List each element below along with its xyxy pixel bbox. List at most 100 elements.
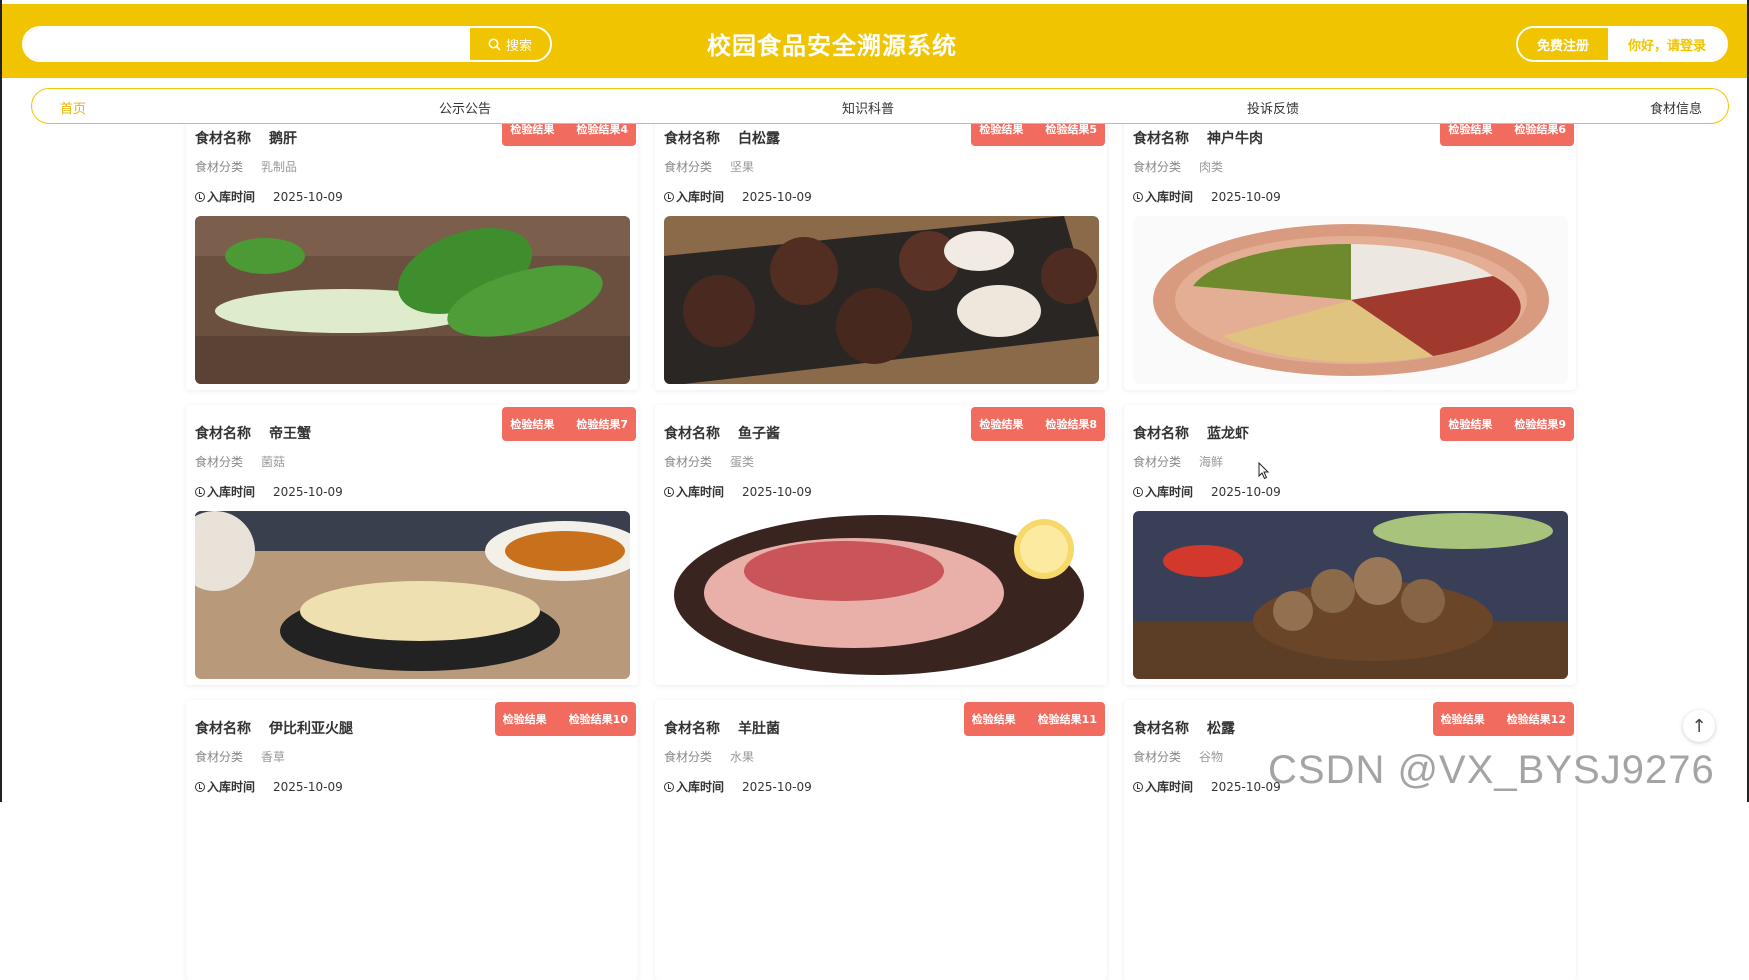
ingredient-category-label: 食材分类: [195, 750, 244, 764]
nav-item-home[interactable]: 首页: [60, 98, 86, 117]
ingredient-category: 肉类: [1199, 160, 1224, 174]
register-button[interactable]: 免费注册: [1518, 28, 1608, 60]
search-button-label: 搜索: [505, 38, 532, 54]
ingredient-category-label: 食材分类: [195, 455, 244, 469]
nav-item-announcements[interactable]: 公示公告: [439, 98, 491, 117]
ingredient-name-label: 食材名称: [664, 721, 720, 737]
watermark: CSDN @VX_BYSJ9276: [1268, 748, 1715, 792]
ingredient-card[interactable]: 食材名称 鱼子酱 食材分类 蛋类 入库时间 2025-10-09 检验结果 检验结果8: [655, 405, 1107, 685]
storage-date: 2025-10-09: [1211, 189, 1281, 204]
ingredient-category: 蛋类: [730, 455, 755, 469]
storage-time-row: 入库时间 2025-10-09: [1133, 778, 1281, 795]
storage-date: 2025-10-09: [273, 484, 343, 499]
auth-group: 免费注册 你好，请登录: [1516, 26, 1728, 62]
mouse-cursor-icon: [1258, 462, 1270, 480]
ingredient-name-row: 食材名称 鱼子酱: [664, 423, 780, 443]
storage-time-row: 入库时间 2025-10-09: [664, 778, 812, 795]
ingredient-category-row: 食材分类 香草: [195, 748, 285, 765]
ingredient-name-label: 食材名称: [1133, 721, 1189, 737]
ingredient-card[interactable]: 食材名称 帝王蟹 食材分类 菌菇 入库时间 2025-10-09 检验结果 检验结果7: [186, 405, 638, 685]
inspection-label: 检验结果: [971, 713, 1016, 726]
dried-slices-image[interactable]: [195, 511, 630, 679]
inspection-badge[interactable]: 检验结果 检验结果10: [494, 702, 636, 736]
nav-item-ingredients[interactable]: 食材信息: [1650, 98, 1702, 117]
ingredient-card[interactable]: 食材名称 神户牛肉 食材分类 肉类 入库时间 2025-10-09 检验结果 检验结果6: [1124, 110, 1576, 390]
search-input[interactable]: [24, 28, 468, 60]
inspection-badge[interactable]: 检验结果 检验结果9: [1440, 407, 1574, 441]
mushrooms-image[interactable]: [1133, 511, 1568, 679]
ingredient-card[interactable]: 食材名称 伊比利亚火腿 食材分类 香草 入库时间 2025-10-09 检验结果 检验结…: [186, 700, 638, 980]
page-title: 校园食品安全溯源系统: [707, 32, 957, 60]
ingredient-card[interactable]: 食材名称 松露 食材分类 谷物 入库时间 2025-10-09 检验结果 检验结果12: [1124, 700, 1576, 980]
ingredient-category-label: 食材分类: [1133, 160, 1182, 174]
ingredient-name-row: 食材名称 伊比利亚火腿: [195, 718, 353, 738]
main-nav: 首页 公示公告 知识科普 投诉反馈 食材信息: [31, 88, 1729, 124]
ingredient-name: 鱼子酱: [738, 426, 780, 442]
inspection-result: 检验结果10: [568, 713, 628, 726]
search-icon: [488, 38, 501, 51]
bok-choy-image[interactable]: [195, 216, 630, 384]
storage-time-label: 入库时间: [676, 780, 725, 794]
nav-item-feedback[interactable]: 投诉反馈: [1247, 98, 1299, 117]
storage-time-label: 入库时间: [1145, 780, 1194, 794]
ingredient-name-row: 食材名称 帝王蟹: [195, 423, 311, 443]
storage-time-row: 入库时间 2025-10-09: [195, 188, 343, 205]
storage-date: 2025-10-09: [742, 189, 812, 204]
storage-time-label: 入库时间: [1145, 190, 1194, 204]
clock-icon: [1133, 191, 1143, 202]
inspection-result: 检验结果12: [1506, 713, 1566, 726]
back-to-top-button[interactable]: ↑: [1683, 710, 1715, 742]
storage-time-label: 入库时间: [207, 190, 256, 204]
ingredient-name-row: 食材名称 神户牛肉: [1133, 128, 1263, 148]
ingredient-category-label: 食材分类: [664, 160, 713, 174]
ingredient-name-label: 食材名称: [1133, 426, 1189, 442]
inspection-result: 检验结果8: [1045, 418, 1097, 431]
nav-item-knowledge[interactable]: 知识科普: [842, 98, 894, 117]
storage-time-label: 入库时间: [676, 485, 725, 499]
water-chestnut-image[interactable]: [664, 216, 1099, 384]
ingredient-name-label: 食材名称: [664, 131, 720, 147]
clock-icon: [1133, 781, 1143, 792]
ingredient-name-row: 食材名称 松露: [1133, 718, 1235, 738]
window-border-left: [0, 0, 2, 802]
ingredient-category-row: 食材分类 水果: [664, 748, 754, 765]
inspection-result: 检验结果9: [1514, 418, 1566, 431]
search-bar: 搜索: [22, 26, 552, 62]
inspection-label: 检验结果: [502, 713, 547, 726]
storage-time-row: 入库时间 2025-10-09: [1133, 483, 1281, 500]
inspection-badge[interactable]: 检验结果 检验结果7: [502, 407, 636, 441]
clock-icon: [664, 486, 674, 497]
ingredient-card[interactable]: 食材名称 羊肚菌 食材分类 水果 入库时间 2025-10-09 检验结果 检验结果11: [655, 700, 1107, 980]
ingredient-name-row: 食材名称 白松露: [664, 128, 780, 148]
ingredient-name-label: 食材名称: [1133, 131, 1189, 147]
search-button[interactable]: 搜索: [468, 28, 550, 60]
clock-icon: [664, 781, 674, 792]
ingredient-card[interactable]: 食材名称 鹅肝 食材分类 乳制品 入库时间 2025-10-09 检验结果 检验结果4: [186, 110, 638, 390]
ingredient-category: 香草: [261, 750, 286, 764]
storage-date: 2025-10-09: [1211, 484, 1281, 499]
inspection-label: 检验结果: [1448, 418, 1493, 431]
raw-meat-image[interactable]: [664, 511, 1099, 679]
inspection-label: 检验结果: [510, 418, 555, 431]
storage-date: 2025-10-09: [742, 484, 812, 499]
ingredient-name: 鹅肝: [269, 131, 297, 147]
ingredient-card[interactable]: 食材名称 白松露 食材分类 坚果 入库时间 2025-10-09 检验结果 检验结果5: [655, 110, 1107, 390]
login-button[interactable]: 你好，请登录: [1608, 28, 1726, 60]
ingredient-name-label: 食材名称: [195, 426, 251, 442]
inspection-result: 检验结果7: [576, 418, 628, 431]
ingredient-category-label: 食材分类: [1133, 455, 1182, 469]
inspection-badge[interactable]: 检验结果 检验结果8: [971, 407, 1105, 441]
ingredient-name-row: 食材名称 鹅肝: [195, 128, 297, 148]
beans-plate-image[interactable]: [1133, 216, 1568, 384]
inspection-label: 检验结果: [1440, 713, 1485, 726]
ingredient-name: 松露: [1207, 721, 1235, 737]
ingredient-card[interactable]: 食材名称 蓝龙虾 食材分类 海鲜 入库时间 2025-10-09 检验结果 检验结果9: [1124, 405, 1576, 685]
inspection-badge[interactable]: 检验结果 检验结果12: [1432, 702, 1574, 736]
inspection-badge[interactable]: 检验结果 检验结果11: [963, 702, 1105, 736]
storage-time-row: 入库时间 2025-10-09: [664, 483, 812, 500]
ingredient-name-label: 食材名称: [664, 426, 720, 442]
ingredient-category: 菌菇: [261, 455, 286, 469]
ingredient-name: 神户牛肉: [1207, 131, 1263, 147]
ingredient-name: 蓝龙虾: [1207, 426, 1249, 442]
ingredient-name: 羊肚菌: [738, 721, 780, 737]
